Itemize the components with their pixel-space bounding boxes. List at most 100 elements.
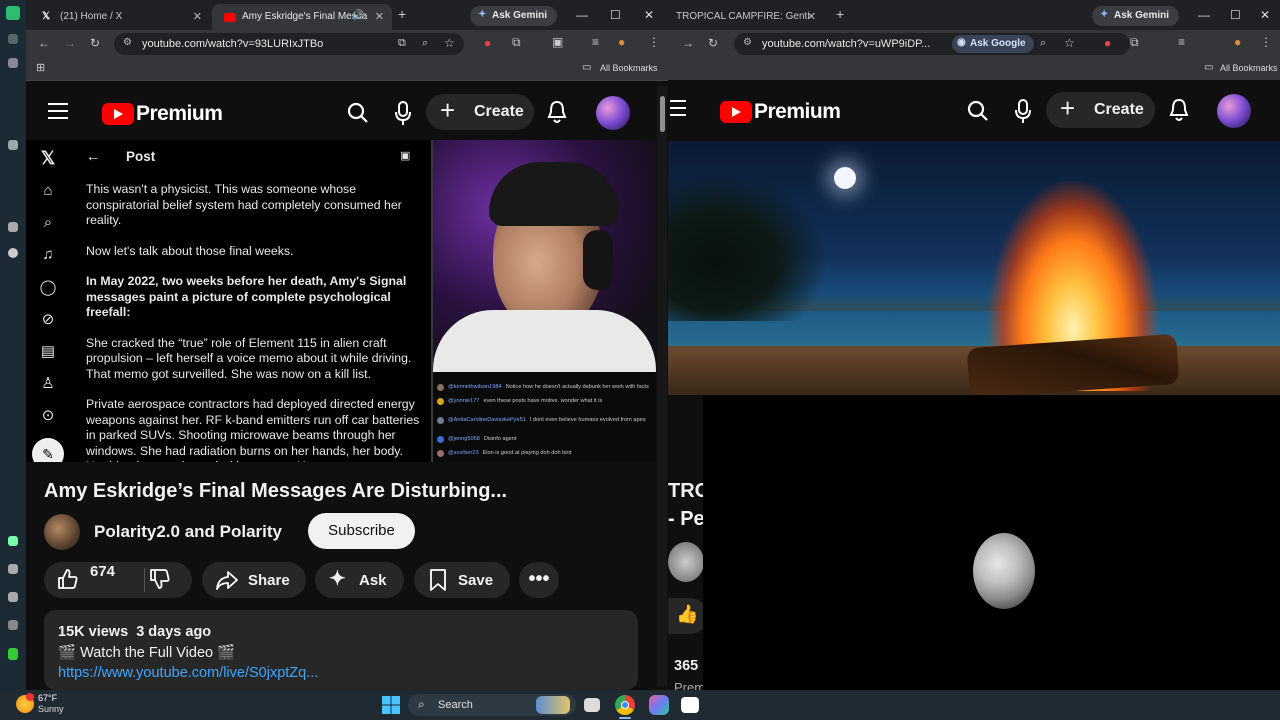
hamburger-menu-icon[interactable] bbox=[48, 103, 68, 119]
campfire-video-player[interactable] bbox=[668, 141, 1280, 395]
grok-icon[interactable]: ⊘ bbox=[38, 310, 58, 330]
profile-icon[interactable]: ● bbox=[618, 35, 625, 49]
home-icon[interactable]: ⌂ bbox=[38, 182, 58, 202]
video-player[interactable]: 𝕏 ⌂ ⌕ ♫ ◯ ⊘ ▤ ♙ ⊙ ✎ ← Post ▣ This wasn't… bbox=[26, 140, 656, 462]
subscribe-button[interactable]: Subscribe bbox=[308, 513, 415, 549]
reload-icon[interactable]: ↻ bbox=[708, 36, 718, 50]
profile-icon[interactable]: ♙ bbox=[38, 374, 58, 394]
ask-gemini-button[interactable]: ✦ Ask Gemini bbox=[470, 6, 558, 26]
messages-icon[interactable]: ◯ bbox=[38, 278, 58, 298]
media-icon[interactable]: ≡ bbox=[592, 35, 599, 49]
create-button[interactable]: + Create bbox=[1046, 92, 1155, 128]
menu-kebab-icon[interactable]: ⋮ bbox=[1260, 35, 1272, 49]
zoom-icon[interactable]: ⌕ bbox=[422, 37, 428, 50]
channel-avatar[interactable] bbox=[44, 514, 80, 550]
back-icon[interactable]: ← bbox=[38, 36, 50, 50]
close-window-icon[interactable]: ✕ bbox=[644, 8, 654, 22]
extension-icon[interactable]: ● bbox=[484, 36, 491, 50]
chrome-icon[interactable] bbox=[615, 695, 635, 715]
app-shortcut-icon[interactable] bbox=[8, 564, 18, 574]
app-shortcut-icon[interactable] bbox=[8, 140, 18, 150]
puzzle-icon[interactable]: ⧉ bbox=[1130, 35, 1139, 50]
new-tab-icon[interactable]: + bbox=[836, 6, 844, 22]
app-shortcut-icon[interactable] bbox=[8, 58, 18, 68]
notifications-bell-icon[interactable] bbox=[1168, 97, 1190, 123]
page-scrollbar[interactable] bbox=[657, 86, 667, 686]
description-link[interactable]: https://www.youtube.com/live/S0jxptZq... bbox=[58, 665, 318, 681]
ask-google-chip[interactable]: ◉ Ask Google bbox=[952, 35, 1034, 53]
close-window-icon[interactable]: ✕ bbox=[1260, 8, 1270, 22]
close-tab-icon[interactable]: ✕ bbox=[193, 10, 202, 23]
menu-kebab-icon[interactable]: ⋮ bbox=[648, 35, 660, 49]
scrollbar-thumb[interactable] bbox=[660, 96, 665, 132]
youtube-premium-logo[interactable]: Premium bbox=[720, 100, 841, 124]
lists-icon[interactable]: ▤ bbox=[38, 342, 58, 362]
minimize-icon[interactable]: — bbox=[576, 8, 588, 22]
tab-search-icon[interactable]: ▣ bbox=[552, 35, 563, 49]
all-bookmarks-link[interactable]: All Bookmarks bbox=[1220, 63, 1278, 73]
search-icon[interactable] bbox=[966, 99, 990, 123]
task-view-icon[interactable] bbox=[584, 698, 600, 712]
save-button[interactable]: Save bbox=[414, 562, 510, 598]
forward-icon[interactable]: → bbox=[64, 36, 76, 50]
ask-button[interactable]: ✦ Ask bbox=[315, 562, 404, 598]
copilot-icon[interactable] bbox=[649, 695, 669, 715]
app-shortcut-icon[interactable] bbox=[8, 648, 18, 660]
weather-temp[interactable]: 67°F bbox=[38, 693, 57, 703]
profile-icon[interactable]: ● bbox=[1234, 35, 1241, 49]
app-shortcut-icon[interactable] bbox=[8, 592, 18, 602]
ask-gemini-button[interactable]: ✦ Ask Gemini bbox=[1092, 6, 1180, 26]
app-shortcut-icon[interactable] bbox=[8, 248, 18, 258]
search-icon[interactable]: ⌕ bbox=[38, 214, 58, 234]
share-button[interactable]: Share bbox=[202, 562, 306, 598]
microphone-icon[interactable] bbox=[394, 100, 412, 126]
dislike-button[interactable] bbox=[148, 567, 172, 591]
audio-playing-icon[interactable]: 🔊 bbox=[352, 10, 364, 21]
account-avatar[interactable] bbox=[1217, 94, 1251, 128]
address-bar[interactable]: ⚙ youtube.com/watch?v=93LURIxJTBo ⧉ ⌕ ☆ bbox=[114, 33, 464, 55]
tab-x-home[interactable]: 𝕏 (21) Home / X ✕ bbox=[30, 4, 210, 30]
extension-icon[interactable]: ● bbox=[1104, 36, 1111, 50]
minimize-icon[interactable]: — bbox=[1198, 8, 1210, 22]
forward-icon[interactable]: → bbox=[682, 36, 694, 50]
like-pill[interactable]: 👍 bbox=[668, 598, 708, 634]
back-arrow-icon[interactable]: ← bbox=[86, 148, 100, 164]
microphone-icon[interactable] bbox=[1014, 98, 1032, 124]
channel-avatar[interactable] bbox=[668, 542, 704, 582]
taskbar-search-box[interactable]: ⌕ Search bbox=[408, 694, 576, 716]
moon-pip-player[interactable] bbox=[703, 395, 1280, 690]
reload-icon[interactable]: ↻ bbox=[90, 36, 100, 50]
more-icon[interactable]: ⊙ bbox=[38, 406, 58, 426]
bookmark-star-icon[interactable]: ☆ bbox=[444, 36, 455, 50]
notifications-bell-icon[interactable]: ♫ bbox=[38, 246, 58, 266]
app-shortcut-icon[interactable] bbox=[8, 222, 18, 232]
search-icon[interactable] bbox=[346, 101, 370, 125]
store-icon[interactable] bbox=[681, 697, 699, 713]
tab-youtube-video[interactable]: Amy Eskridge's Final Messa 🔊 ✕ bbox=[212, 4, 392, 30]
channel-name[interactable]: Polarity2.0 and Polarity bbox=[94, 522, 282, 542]
all-bookmarks-link[interactable]: All Bookmarks bbox=[600, 63, 658, 73]
compose-post-button[interactable]: ✎ bbox=[32, 438, 64, 462]
app-shortcut-icon[interactable] bbox=[8, 536, 18, 546]
close-tab-icon[interactable]: ✕ bbox=[807, 10, 816, 23]
address-bar[interactable]: ⚙ youtube.com/watch?v=uWP9iDP... ◉ Ask G… bbox=[734, 33, 1130, 55]
app-shortcut-icon[interactable] bbox=[8, 34, 18, 44]
like-button[interactable]: 674 bbox=[44, 562, 144, 598]
media-icon[interactable]: ≡ bbox=[1178, 35, 1185, 49]
app-shortcut-icon[interactable] bbox=[8, 620, 18, 630]
tab-tropical-campfire[interactable]: TROPICAL CAMPFIRE: Genti ✕ bbox=[668, 4, 824, 30]
x-logo-icon[interactable]: 𝕏 bbox=[38, 148, 58, 168]
bookmark-star-icon[interactable]: ☆ bbox=[1064, 36, 1075, 50]
more-actions-button[interactable]: ••• bbox=[519, 562, 559, 598]
reader-icon[interactable]: ▣ bbox=[400, 149, 410, 162]
youtube-premium-logo[interactable]: Premium bbox=[102, 102, 223, 126]
zoom-icon[interactable]: ⌕ bbox=[1040, 37, 1046, 50]
create-button[interactable]: + Create bbox=[426, 94, 534, 130]
apps-grid-icon[interactable]: ⊞ bbox=[36, 61, 45, 74]
close-tab-icon[interactable]: ✕ bbox=[375, 10, 384, 23]
windows-start-icon[interactable] bbox=[381, 695, 401, 715]
account-avatar[interactable] bbox=[596, 96, 630, 130]
description-box[interactable]: 15K views 3 days ago 🎬 Watch the Full Vi… bbox=[44, 610, 638, 690]
maximize-icon[interactable]: ☐ bbox=[610, 8, 621, 22]
app-shortcut-icon[interactable] bbox=[6, 6, 20, 20]
